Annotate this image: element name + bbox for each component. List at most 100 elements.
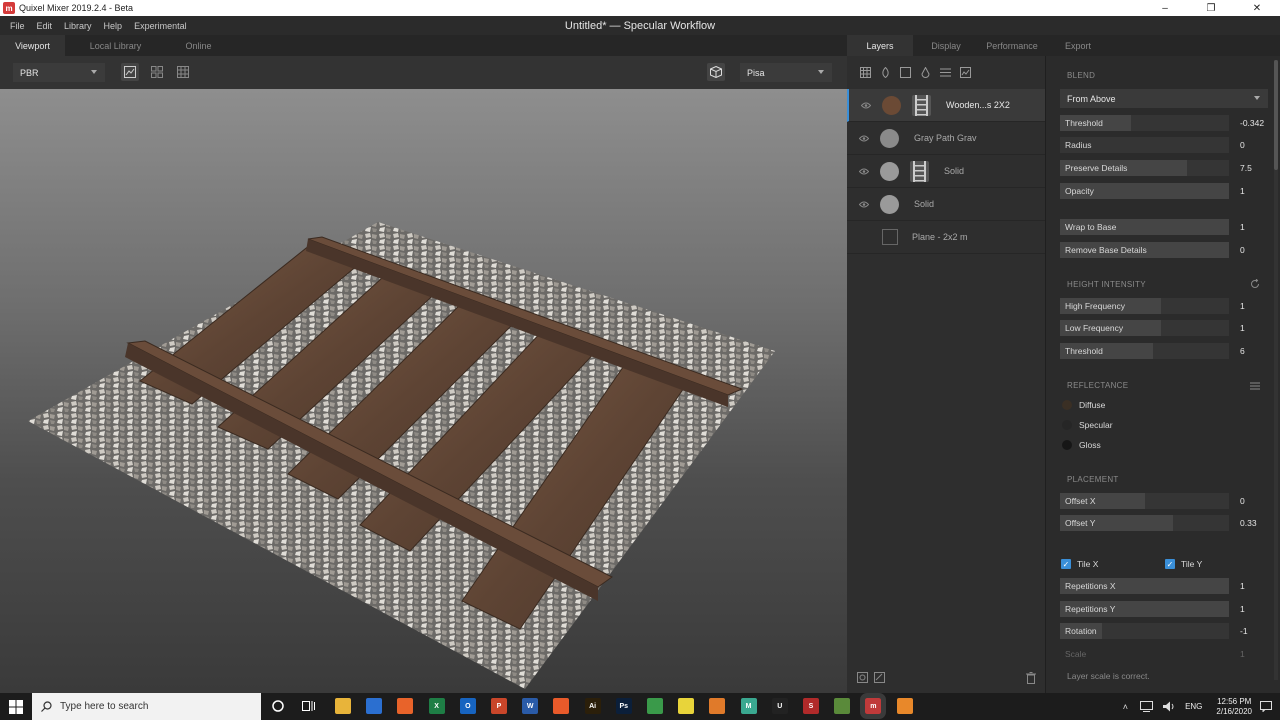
radius-slider[interactable]: Radius 0 — [1060, 137, 1270, 153]
layer-row[interactable]: Wooden...s 2X2 — [847, 89, 1045, 122]
illustrator-icon[interactable]: Ai — [584, 698, 601, 714]
start-button[interactable] — [0, 693, 32, 720]
add-adjustment-icon[interactable] — [937, 65, 953, 81]
chrome-icon[interactable] — [647, 698, 663, 714]
minimize-button[interactable]: – — [1142, 0, 1188, 16]
menu-edit[interactable]: Edit — [31, 21, 59, 31]
substance-icon[interactable]: S — [803, 698, 819, 714]
high-frequency-slider[interactable]: High Frequency 1 — [1060, 298, 1270, 314]
network-icon[interactable] — [1140, 701, 1154, 712]
scrollbar-thumb[interactable] — [1274, 60, 1278, 170]
threshold-slider[interactable]: Threshold -0.342 — [1060, 115, 1270, 131]
render-mode-dropdown[interactable]: PBR — [13, 63, 105, 82]
clock[interactable]: 12:56 PM 2/16/2020 — [1216, 697, 1252, 717]
mask-thumbnail[interactable] — [910, 161, 929, 182]
opacity-value[interactable]: 1 — [1240, 186, 1245, 196]
volume-icon[interactable] — [1163, 701, 1175, 712]
environment-dropdown[interactable]: Pisa — [740, 63, 832, 82]
repetitions-y-slider[interactable]: Repetitions Y 1 — [1060, 601, 1270, 617]
trash-icon[interactable] — [1026, 672, 1036, 686]
preserve-details-value[interactable]: 7.5 — [1240, 163, 1252, 173]
chevron-up-icon[interactable]: ˄ — [1123, 702, 1128, 712]
color-swatch[interactable] — [1062, 420, 1072, 430]
preserve-details-slider[interactable]: Preserve Details 7.5 — [1060, 160, 1270, 176]
smart-material-icon[interactable] — [874, 671, 885, 685]
minecraft-icon[interactable] — [834, 698, 851, 714]
eye-icon[interactable] — [858, 200, 870, 210]
rotation-slider[interactable]: Rotation -1 — [1060, 623, 1270, 639]
layer-row[interactable]: Plane - 2x2 m — [847, 221, 1045, 254]
cortana-icon[interactable] — [272, 700, 284, 714]
eye-icon[interactable] — [858, 167, 870, 177]
menu-help[interactable]: Help — [98, 21, 129, 31]
opacity-slider[interactable]: Opacity 1 — [1060, 183, 1270, 199]
sticky-notes-icon[interactable] — [678, 698, 695, 714]
blend-mode-dropdown[interactable]: From Above — [1060, 89, 1268, 108]
brave-icon[interactable] — [553, 698, 570, 714]
scale-slider[interactable]: Scale 1 — [1060, 646, 1270, 662]
properties-scrollbar[interactable] — [1274, 60, 1278, 680]
add-solid-layer-icon[interactable] — [897, 65, 913, 81]
grid-view-icon[interactable] — [174, 63, 192, 81]
offset-y-slider[interactable]: Offset Y 0.33 — [1060, 515, 1270, 531]
explorer-icon[interactable] — [335, 698, 351, 714]
tab-performance[interactable]: Performance — [979, 35, 1045, 56]
tab-online[interactable]: Online — [166, 35, 231, 56]
single-view-icon[interactable] — [121, 63, 139, 81]
wrap-to-base-value[interactable]: 1 — [1240, 222, 1245, 232]
mask-thumbnail[interactable] — [912, 95, 931, 116]
cube-icon[interactable] — [707, 63, 725, 81]
repetitions-y-value[interactable]: 1 — [1240, 604, 1245, 614]
store-icon[interactable] — [366, 698, 383, 714]
powerpoint-icon[interactable]: P — [491, 698, 507, 714]
tab-layers[interactable]: Layers — [847, 35, 913, 56]
photoshop-icon[interactable]: Ps — [615, 698, 632, 714]
3d-viewport[interactable] — [0, 89, 847, 693]
outlook-icon[interactable]: O — [459, 698, 476, 714]
reflectance-gloss[interactable]: Gloss — [1062, 440, 1101, 450]
taskbar-search[interactable]: Type here to search — [32, 693, 261, 720]
quad-view-icon[interactable] — [148, 63, 166, 81]
eye-icon[interactable] — [858, 134, 870, 144]
material-icon[interactable] — [857, 671, 868, 685]
reflectance-diffuse[interactable]: Diffuse — [1062, 400, 1105, 410]
quixel-mixer-icon[interactable]: m — [860, 693, 887, 719]
layer-row[interactable]: Solid — [847, 155, 1045, 188]
menu-library[interactable]: Library — [58, 21, 98, 31]
eye-icon[interactable] — [860, 101, 872, 111]
vlc-icon[interactable] — [896, 698, 913, 714]
mixer-app-icon[interactable]: M — [740, 698, 757, 714]
unreal-icon[interactable]: U — [771, 698, 788, 714]
low-frequency-slider[interactable]: Low Frequency 1 — [1060, 320, 1270, 336]
menu-experimental[interactable]: Experimental — [128, 21, 193, 31]
tab-export[interactable]: Export — [1045, 35, 1111, 56]
tile-x-checkbox[interactable]: ✓ Tile X — [1061, 559, 1098, 569]
wrap-to-base-slider[interactable]: Wrap to Base 1 — [1060, 219, 1270, 235]
tab-local-library[interactable]: Local Library — [83, 35, 148, 56]
language-indicator[interactable]: ENG — [1185, 702, 1202, 711]
layer-row[interactable]: Gray Path Grav — [847, 122, 1045, 155]
remove-base-details-value[interactable]: 0 — [1240, 245, 1245, 255]
offset-x-value[interactable]: 0 — [1240, 496, 1245, 506]
maximize-button[interactable]: ❐ — [1188, 0, 1234, 16]
repetitions-x-value[interactable]: 1 — [1240, 581, 1245, 591]
task-view-icon[interactable] — [302, 700, 315, 714]
repetitions-x-slider[interactable]: Repetitions X 1 — [1060, 578, 1270, 594]
remove-base-details-slider[interactable]: Remove Base Details 0 — [1060, 242, 1270, 258]
tab-viewport[interactable]: Viewport — [0, 35, 65, 56]
threshold-slider[interactable]: Threshold 6 — [1060, 343, 1270, 359]
offset-x-slider[interactable]: Offset X 0 — [1060, 493, 1270, 509]
scale-value[interactable]: 1 — [1240, 649, 1245, 659]
color-swatch[interactable] — [1062, 400, 1072, 410]
tile-y-checkbox[interactable]: ✓ Tile Y — [1165, 559, 1202, 569]
add-surface-layer-icon[interactable] — [857, 65, 873, 81]
color-swatch[interactable] — [1062, 440, 1072, 450]
reset-icon[interactable] — [1250, 278, 1260, 291]
high-frequency-value[interactable]: 1 — [1240, 301, 1245, 311]
reflectance-specular[interactable]: Specular — [1062, 420, 1113, 430]
layer-row[interactable]: Solid — [847, 188, 1045, 221]
low-frequency-value[interactable]: 1 — [1240, 323, 1245, 333]
add-fill-layer-icon[interactable] — [917, 65, 933, 81]
menu-icon[interactable] — [1250, 382, 1260, 392]
add-mask-icon[interactable] — [957, 65, 973, 81]
